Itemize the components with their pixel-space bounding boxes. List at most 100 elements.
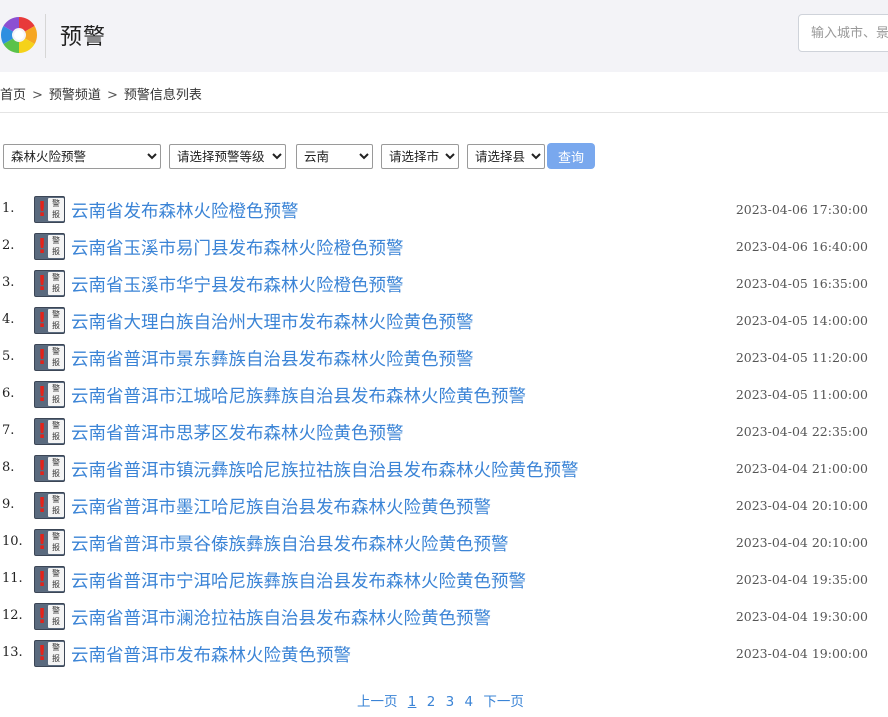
page-link-2[interactable]: 2: [427, 694, 436, 710]
exclamation-icon: !: [37, 234, 47, 258]
exclamation-icon: !: [37, 271, 47, 295]
alert-time: 2023-04-06 16:40:00: [735, 239, 868, 254]
alert-type-select[interactable]: 森林火险预警: [3, 144, 161, 169]
prev-page-link[interactable]: 上一页: [357, 690, 398, 710]
alert-row: 11.! 警报云南省普洱市宁洱哈尼族彝族自治县发布森林火险黄色预警 2023-04-…: [0, 563, 888, 600]
city-select[interactable]: 请选择市: [381, 144, 459, 169]
alert-title-link[interactable]: 云南省玉溪市易门县发布森林火险橙色预警: [71, 235, 404, 260]
alert-notice-icon: ! 警报: [34, 418, 65, 445]
alert-index: 4.: [2, 312, 15, 327]
alert-time: 2023-04-04 19:35:00: [735, 572, 868, 587]
alert-icon-label: 警报: [48, 605, 64, 628]
alert-notice-icon: ! 警报: [34, 455, 65, 482]
alert-title-link[interactable]: 云南省普洱市思茅区发布森林火险黄色预警: [71, 420, 404, 445]
alert-time: 2023-04-04 19:00:00: [735, 646, 868, 661]
alert-title-link[interactable]: 云南省普洱市景东彝族自治县发布森林火险黄色预警: [71, 346, 474, 371]
alert-notice-icon: ! 警报: [34, 603, 65, 630]
alert-time: 2023-04-04 20:10:00: [735, 498, 868, 513]
alert-title-link[interactable]: 云南省发布森林火险橙色预警: [71, 198, 299, 223]
pagination: 上一页 1 2 3 4 下一页: [357, 690, 530, 710]
alert-notice-icon: ! 警报: [34, 233, 65, 260]
breadcrumb-current: 预警信息列表: [123, 88, 202, 103]
alert-icon-label: 警报: [48, 309, 64, 332]
exclamation-icon: !: [37, 493, 47, 517]
alert-row: 6.! 警报云南省普洱市江城哈尼族彝族自治县发布森林火险黄色预警 2023-04-0…: [0, 378, 888, 415]
breadcrumb-separator: >: [32, 88, 43, 103]
alert-title-link[interactable]: 云南省普洱市宁洱哈尼族彝族自治县发布森林火险黄色预警: [71, 568, 526, 593]
alert-row: 13. ! 警报云南省普洱市发布森林火险黄色预警 2023-04-04 19:00:0…: [0, 637, 888, 674]
alert-title-link[interactable]: 云南省普洱市发布森林火险黄色预警: [71, 642, 351, 667]
header-divider: [45, 14, 46, 58]
alert-time: 2023-04-04 19:30:00: [735, 609, 868, 624]
breadcrumb-home[interactable]: 首页: [0, 84, 26, 103]
alert-row: 7.! 警报云南省普洱市思茅区发布森林火险黄色预警 2023-04-04 22:35…: [0, 415, 888, 452]
weather-logo-icon[interactable]: [0, 10, 40, 60]
alert-icon-label: 警报: [48, 568, 64, 591]
alert-notice-icon: ! 警报: [34, 492, 65, 519]
exclamation-icon: !: [37, 419, 47, 443]
alert-index: 3.: [2, 275, 15, 290]
province-select[interactable]: 云南: [296, 144, 373, 169]
alert-title-link[interactable]: 云南省普洱市江城哈尼族彝族自治县发布森林火险黄色预警: [71, 383, 526, 408]
alert-icon-label: 警报: [48, 531, 64, 554]
city-search-input[interactable]: [798, 14, 888, 52]
alert-time: 2023-04-04 22:35:00: [735, 424, 868, 439]
page-link-1[interactable]: 1: [408, 694, 417, 710]
alert-notice-icon: ! 警报: [34, 307, 65, 334]
query-button[interactable]: 查询: [547, 143, 595, 169]
alert-icon-label: 警报: [48, 272, 64, 295]
exclamation-icon: !: [37, 308, 47, 332]
alert-index: 9.: [2, 497, 15, 512]
alert-time: 2023-04-05 14:00:00: [735, 313, 868, 328]
exclamation-icon: !: [37, 345, 47, 369]
alert-row: 2.! 警报云南省玉溪市易门县发布森林火险橙色预警 2023-04-06 16:40…: [0, 230, 888, 267]
alert-time: 2023-04-04 20:10:00: [735, 535, 868, 550]
alert-icon-label: 警报: [48, 198, 64, 221]
alert-title-link[interactable]: 云南省普洱市景谷傣族彝族自治县发布森林火险黄色预警: [71, 531, 509, 556]
site-header: 预警: [0, 0, 888, 72]
alert-icon-label: 警报: [48, 494, 64, 517]
alert-time: 2023-04-06 17:30:00: [735, 202, 868, 217]
county-select[interactable]: 请选择县: [467, 144, 545, 169]
alert-index: 6.: [2, 386, 15, 401]
alert-row: 10.! 警报云南省普洱市景谷傣族彝族自治县发布森林火险黄色预警 2023-04-0…: [0, 526, 888, 563]
exclamation-icon: !: [37, 197, 47, 221]
exclamation-icon: !: [37, 567, 47, 591]
alert-notice-icon: ! 警报: [34, 196, 65, 223]
alert-icon-label: 警报: [48, 420, 64, 443]
alert-title-link[interactable]: 云南省大理白族自治州大理市发布森林火险黄色预警: [71, 309, 474, 334]
alert-title-link[interactable]: 云南省普洱市澜沧拉祜族自治县发布森林火险黄色预警: [71, 605, 491, 630]
alert-notice-icon: ! 警报: [34, 381, 65, 408]
alert-icon-label: 警报: [48, 642, 64, 665]
alert-icon-label: 警报: [48, 457, 64, 480]
alert-row: 1.! 警报云南省发布森林火险橙色预警 2023-04-06 17:30:00: [0, 193, 888, 230]
alert-level-select[interactable]: 请选择预警等级: [169, 144, 286, 169]
alert-notice-icon: ! 警报: [34, 529, 65, 556]
alert-index: 12.: [2, 608, 23, 623]
breadcrumb-alert-channel[interactable]: 预警频道: [49, 84, 101, 103]
alert-row: 8. ! 警报云南省普洱市镇沅彝族哈尼族拉祜族自治县发布森林火险黄色预警 2023-0…: [0, 452, 888, 489]
next-page-link[interactable]: 下一页: [483, 690, 524, 710]
alert-row: 12.! 警报云南省普洱市澜沧拉祜族自治县发布森林火险黄色预警 2023-04-04…: [0, 600, 888, 637]
alert-time: 2023-04-04 21:00:00: [735, 461, 868, 476]
alert-notice-icon: ! 警报: [34, 270, 65, 297]
alert-index: 11.: [2, 571, 23, 586]
alert-time: 2023-04-05 11:20:00: [735, 350, 868, 365]
page-title: 预警: [60, 25, 107, 50]
page-link-4[interactable]: 4: [464, 694, 473, 710]
alert-icon-label: 警报: [48, 383, 64, 406]
alert-index: 8.: [2, 460, 15, 475]
exclamation-icon: !: [37, 604, 47, 628]
alert-time: 2023-04-05 11:00:00: [735, 387, 868, 402]
alert-row: 3.! 警报云南省玉溪市华宁县发布森林火险橙色预警 2023-04-05 16:35…: [0, 267, 888, 304]
alert-index: 13.: [2, 645, 23, 660]
page-link-3[interactable]: 3: [446, 694, 455, 710]
alert-title-link[interactable]: 云南省普洱市墨江哈尼族自治县发布森林火险黄色预警: [71, 494, 491, 519]
alert-title-link[interactable]: 云南省玉溪市华宁县发布森林火险橙色预警: [71, 272, 404, 297]
alert-notice-icon: ! 警报: [34, 640, 65, 667]
alert-index: 7.: [2, 423, 15, 438]
alert-row: 9.! 警报云南省普洱市墨江哈尼族自治县发布森林火险黄色预警 2023-04-04 …: [0, 489, 888, 526]
exclamation-icon: !: [37, 382, 47, 406]
breadcrumb-divider: [0, 112, 888, 113]
alert-title-link[interactable]: 云南省普洱市镇沅彝族哈尼族拉祜族自治县发布森林火险黄色预警: [71, 457, 579, 482]
